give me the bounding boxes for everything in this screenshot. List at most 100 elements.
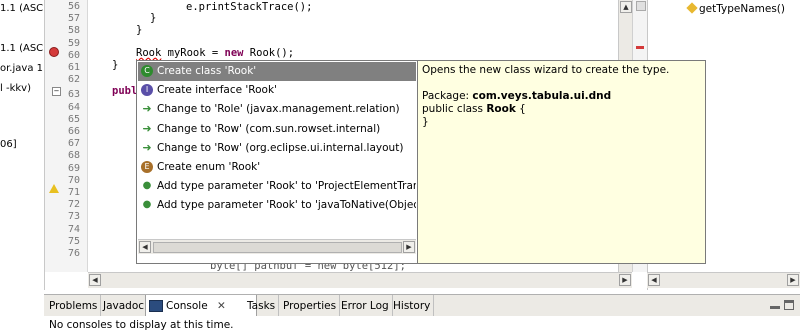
proposal-item[interactable]: ➜ Change to 'Role' (javax.management.rela… <box>138 100 416 119</box>
proposal-item[interactable]: ➜ Change to 'Row' (org.eclipse.ui.interna… <box>138 139 416 158</box>
proposal-label: Create enum 'Rook' <box>157 161 261 173</box>
proposal-item[interactable]: E Create enum 'Rook' <box>138 158 416 177</box>
class-name: Rook <box>486 103 516 115</box>
code-line-57: } <box>150 12 157 24</box>
line-number: 65 <box>67 113 80 125</box>
tab-problems[interactable]: Problems <box>46 295 102 317</box>
left-pane-row: 06] <box>0 139 17 150</box>
line-number: 66 <box>67 126 80 137</box>
tab-tasks[interactable]: Tasks <box>244 295 280 317</box>
tab-properties[interactable]: Properties <box>280 295 341 317</box>
left-partial-pane: 1.1 (ASC 1.1 (ASC or.java 1 l -kkv) 06] <box>0 0 45 290</box>
class-decl-suffix: { <box>515 103 526 115</box>
class-icon: C <box>141 65 153 77</box>
closing-brace: } <box>422 116 429 128</box>
proposal-label: Change to 'Row' (org.eclipse.ui.internal… <box>157 141 404 154</box>
tab-label: Properties <box>283 300 337 312</box>
code-line-63: publ <box>112 85 138 97</box>
package-label: Package: <box>422 90 473 102</box>
code-line-60: Rook myRook = new Rook(); <box>136 47 294 59</box>
console-icon <box>149 300 163 312</box>
scroll-left-arrow-icon[interactable]: ◀ <box>648 274 660 286</box>
change-arrow-icon: ➜ <box>142 102 152 116</box>
warning-marker-icon[interactable] <box>49 184 59 193</box>
proposal-item[interactable]: C Create class 'Rook' <box>138 62 416 81</box>
line-number: 70 <box>67 174 80 186</box>
tab-label: Problems <box>49 300 98 312</box>
tab-history[interactable]: History <box>390 295 435 317</box>
outline-item[interactable]: getTypeNames() <box>699 3 785 15</box>
scroll-right-arrow-icon[interactable]: ▶ <box>619 274 631 286</box>
line-number: 67 <box>67 138 80 150</box>
info-description: Opens the new class wizard to create the… <box>422 64 670 76</box>
keyword: new <box>224 47 244 59</box>
scroll-right-arrow-icon[interactable]: ▶ <box>787 274 799 286</box>
editor-horizontal-scrollbar[interactable]: ◀ ▶ <box>88 272 632 288</box>
line-number: 57 <box>67 13 80 25</box>
minimize-icon[interactable] <box>770 306 780 309</box>
outline-horizontal-scrollbar[interactable]: ◀ ▶ <box>647 272 800 288</box>
tab-label: Javadoc <box>103 300 145 312</box>
code-text: myRook = <box>161 47 225 59</box>
line-number: 75 <box>67 235 80 247</box>
proposal-label: Create interface 'Rook' <box>157 84 277 97</box>
tab-label: Tasks <box>247 300 276 312</box>
class-decl-prefix: public class <box>422 103 487 115</box>
proposal-label: Add type parameter 'Rook' to 'javaToNati… <box>157 199 416 212</box>
quick-fix-popup[interactable]: C Create class 'Rook' I Create interface 'R… <box>136 60 418 264</box>
overview-status-icon <box>636 1 646 11</box>
change-arrow-icon: ➜ <box>142 140 152 154</box>
proposal-item[interactable]: I Create interface 'Rook' <box>138 81 416 100</box>
line-number: 76 <box>67 248 80 259</box>
type-param-icon: ● <box>142 180 152 192</box>
proposal-label: Change to 'Role' (javax.management.relat… <box>157 103 400 116</box>
tab-error-log[interactable]: Error Log <box>338 295 393 317</box>
error-marker-icon[interactable] <box>49 47 59 57</box>
proposal-label: Create class 'Rook' <box>157 65 257 77</box>
maximize-icon[interactable] <box>784 300 794 310</box>
left-pane-row: 1.1 (ASC <box>0 43 44 54</box>
type-param-icon: ● <box>142 199 152 211</box>
proposal-item[interactable]: ● Add type parameter 'Rook' to 'javaToNat… <box>138 196 416 215</box>
enum-icon: E <box>141 161 153 173</box>
line-number: 62 <box>67 74 80 86</box>
tab-label: Console <box>166 300 208 312</box>
line-number: 63 <box>67 89 80 101</box>
line-number: 72 <box>67 199 80 211</box>
scroll-right-arrow-icon[interactable]: ▶ <box>403 241 415 253</box>
left-pane-row: or.java 1 <box>0 63 43 74</box>
proposal-label: Add type parameter 'Rook' to 'ProjectEle… <box>157 180 416 193</box>
code-line-61: } <box>112 59 119 71</box>
error-overview-mark[interactable] <box>636 46 644 49</box>
line-number: 71 <box>67 187 80 198</box>
method-icon <box>686 2 698 14</box>
line-number: 61 <box>67 62 80 73</box>
proposal-label: Change to 'Row' (com.sun.rowset.internal… <box>157 122 381 135</box>
scroll-up-arrow-icon[interactable]: ▲ <box>620 1 632 13</box>
line-number: 59 <box>67 37 80 49</box>
line-number: 64 <box>67 101 80 113</box>
proposal-item[interactable]: ● Add type parameter 'Rook' to 'ProjectEl… <box>138 177 416 196</box>
scroll-thumb[interactable] <box>153 242 402 253</box>
line-number: 60 <box>67 49 80 61</box>
left-pane-row: l -kkv) <box>0 83 31 94</box>
tab-javadoc[interactable]: Javadoc <box>100 295 149 317</box>
line-number: 68 <box>67 150 80 162</box>
scroll-left-arrow-icon[interactable]: ◀ <box>139 241 151 253</box>
proposal-item[interactable]: ➜ Change to 'Row' (com.sun.rowset.interna… <box>138 120 416 139</box>
change-arrow-icon: ➜ <box>142 121 152 135</box>
popup-horizontal-scrollbar[interactable]: ◀ ▶ <box>138 239 416 254</box>
fold-collapse-icon[interactable]: − <box>52 87 61 96</box>
left-pane-row: 1.1 (ASC <box>0 3 44 14</box>
package-name: com.veys.tabula.ui.dnd <box>472 90 612 102</box>
tab-console[interactable]: Console ✕ <box>145 295 257 317</box>
proposal-info-panel: Opens the new class wizard to create the… <box>417 60 706 264</box>
console-status-message: No consoles to display at this time. <box>44 316 800 334</box>
line-number: 58 <box>67 25 80 37</box>
unresolved-type: Rook <box>136 47 162 59</box>
code-text: Rook(); <box>243 47 295 59</box>
line-number: 73 <box>67 211 80 223</box>
code-line-58: } <box>136 24 143 36</box>
close-icon[interactable]: ✕ <box>217 300 226 312</box>
scroll-left-arrow-icon[interactable]: ◀ <box>89 274 101 286</box>
